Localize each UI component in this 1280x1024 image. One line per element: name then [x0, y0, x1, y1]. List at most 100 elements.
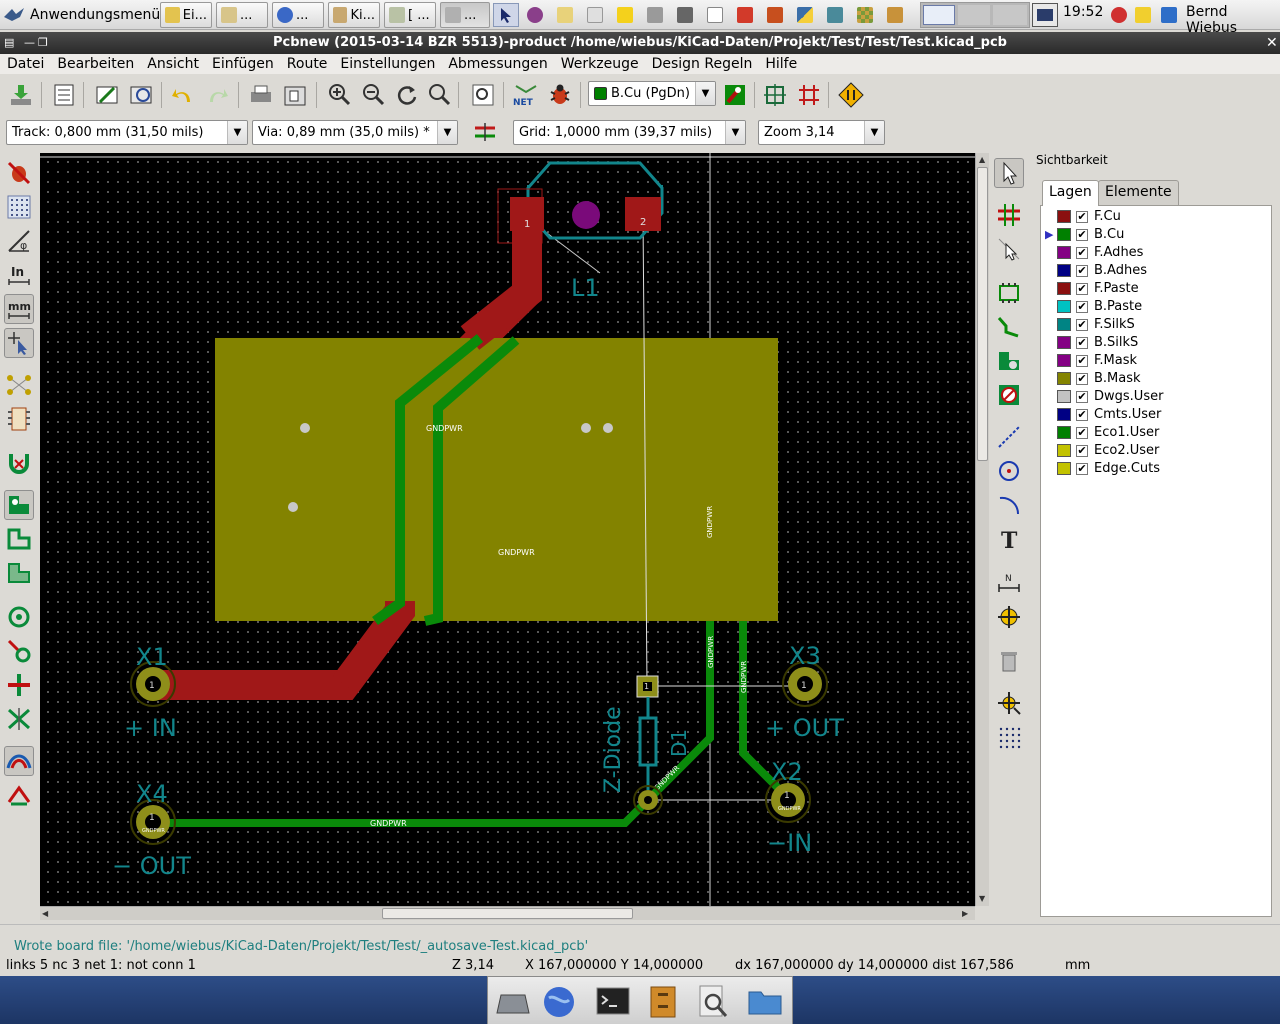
high-contrast-button[interactable] [4, 704, 34, 734]
redo-button[interactable] [202, 80, 232, 110]
launcher-10[interactable] [762, 3, 788, 27]
layer-visibility-checkbox[interactable]: ✔ [1076, 300, 1088, 313]
menu-datei[interactable]: Datei [0, 56, 50, 72]
grid-select[interactable]: Grid: 1,0000 mm (39,37 mils) ▼ [513, 120, 746, 145]
layer-visibility-checkbox[interactable]: ✔ [1076, 282, 1088, 295]
place-offset-button[interactable] [994, 688, 1024, 718]
layer-row[interactable]: ✔ B.Mask [1045, 370, 1141, 387]
add-circle-button[interactable] [994, 456, 1024, 486]
launcher-3[interactable] [552, 3, 578, 27]
layer-row[interactable]: ✔ Eco1.User [1045, 424, 1159, 441]
launcher-13[interactable] [852, 3, 878, 27]
microwave-toolbar-button[interactable] [4, 746, 34, 776]
layer-row[interactable]: ✔ Cmts.User [1045, 406, 1161, 423]
layer-visibility-checkbox[interactable]: ✔ [1076, 246, 1088, 259]
launcher-6[interactable] [642, 3, 668, 27]
layer-select[interactable]: B.Cu (PgDn) ▼ [588, 81, 716, 106]
layer-row[interactable]: ▶ ✔ B.Cu [1045, 226, 1124, 243]
task-button-5[interactable]: [ ... [384, 2, 436, 28]
launcher-12[interactable] [822, 3, 848, 27]
alarm-clock-button[interactable] [1106, 3, 1132, 27]
workspace-2[interactable] [958, 5, 990, 25]
pcb-canvas[interactable]: GNDPWR GNDPWR GNDPWR GNDPWR GNDPWR GNDPW… [40, 153, 975, 906]
window-titlebar[interactable]: ▤ — ❐ Pcbnew (2015-03-14 BZR 5513)-produ… [0, 32, 1280, 54]
layer-color-swatch[interactable] [1057, 282, 1071, 295]
launcher-11[interactable] [792, 3, 818, 27]
zoom-out-button[interactable] [358, 80, 388, 110]
horizontal-scroll-thumb[interactable] [382, 908, 633, 919]
layer-visibility-checkbox[interactable]: ✔ [1076, 264, 1088, 277]
show-ratsnest-button[interactable] [4, 370, 34, 400]
workspace-switcher[interactable] [920, 2, 1030, 28]
tab-elemente[interactable]: Elemente [1098, 180, 1179, 205]
layer-color-swatch[interactable] [1057, 336, 1071, 349]
select-tool-button[interactable] [994, 158, 1024, 188]
via-size-select[interactable]: Via: 0,89 mm (35,0 mils) * ▼ [252, 120, 458, 145]
layer-row[interactable]: ✔ B.Paste [1045, 298, 1142, 315]
print-button[interactable] [246, 80, 276, 110]
layer-color-swatch[interactable] [1057, 264, 1071, 277]
layer-visibility-checkbox[interactable]: ✔ [1076, 426, 1088, 439]
show-zones-button[interactable] [4, 490, 34, 520]
zoom-select[interactable]: Zoom 3,14 ▼ [758, 120, 885, 145]
scroll-right-icon[interactable]: ▶ [962, 909, 968, 918]
show-zones-disabled-button[interactable] [4, 524, 34, 554]
scroll-down-icon[interactable]: ▼ [979, 894, 985, 903]
canvas-vertical-scrollbar[interactable]: ▲ ▼ [975, 153, 989, 906]
undo-button[interactable] [168, 80, 198, 110]
via-sketch-button[interactable] [4, 636, 34, 666]
layer-row[interactable]: ✔ B.SilkS [1045, 334, 1138, 351]
layer-row[interactable]: ✔ F.SilkS [1045, 316, 1135, 333]
module-ratsnest-button[interactable] [4, 404, 34, 434]
layer-visibility-checkbox[interactable]: ✔ [1076, 462, 1088, 475]
vertical-scroll-thumb[interactable] [977, 167, 988, 461]
pads-sketch-button[interactable] [4, 602, 34, 632]
tab-lagen[interactable]: Lagen [1042, 180, 1099, 206]
add-module-button[interactable] [994, 278, 1024, 308]
launcher-8[interactable] [702, 3, 728, 27]
workspace-1[interactable] [923, 5, 955, 25]
menu-abmessungen[interactable]: Abmessungen [441, 56, 553, 72]
add-arc-button[interactable] [994, 490, 1024, 520]
layer-color-swatch[interactable] [1057, 372, 1071, 385]
dock-show-desktop[interactable] [494, 983, 532, 1021]
application-menu[interactable]: Anwendungsmenü [2, 3, 160, 27]
layer-color-swatch[interactable] [1057, 444, 1071, 457]
highlight-net-button[interactable] [994, 200, 1024, 230]
task-button-pcbnew[interactable]: ... [440, 2, 490, 28]
clock[interactable]: 19:52 [1063, 4, 1103, 20]
notes-tray-button[interactable] [1130, 3, 1156, 27]
scroll-left-icon[interactable]: ◀ [42, 909, 48, 918]
module-editor-button[interactable] [92, 80, 122, 110]
canvas-horizontal-scrollbar[interactable]: ◀ ▶ [40, 906, 975, 920]
add-track-button[interactable] [994, 312, 1024, 342]
launcher-9[interactable] [732, 3, 758, 27]
minimize-icon[interactable]: — [24, 32, 35, 54]
layer-color-swatch[interactable] [1057, 300, 1071, 313]
tracks-sketch-button[interactable] [4, 670, 34, 700]
layer-visibility-checkbox[interactable]: ✔ [1076, 336, 1088, 349]
drc-button[interactable] [545, 80, 575, 110]
track-width-select[interactable]: Track: 0,800 mm (31,50 mils) ▼ [6, 120, 248, 145]
menu-design-regeln[interactable]: Design Regeln [645, 56, 759, 72]
layer-color-swatch[interactable] [1057, 210, 1071, 223]
layer-manager-button[interactable] [4, 780, 34, 810]
save-board-button[interactable] [6, 80, 36, 110]
add-dimension-button[interactable]: N [994, 568, 1024, 598]
layer-color-swatch[interactable] [1057, 318, 1071, 331]
polar-coords-button[interactable]: φ [4, 226, 34, 256]
keyboard-layout-button[interactable] [1032, 3, 1058, 27]
layer-row[interactable]: ✔ B.Adhes [1045, 262, 1147, 279]
layer-row[interactable]: ✔ Dwgs.User [1045, 388, 1163, 405]
layer-color-swatch[interactable] [1057, 426, 1071, 439]
layer-row[interactable]: ✔ F.Mask [1045, 352, 1137, 369]
add-text-button[interactable]: T [994, 524, 1024, 554]
layer-visibility-checkbox[interactable]: ✔ [1076, 408, 1088, 421]
task-button-kicad[interactable]: Ki... [328, 2, 380, 28]
network-tray-button[interactable] [1156, 3, 1182, 27]
units-inch-button[interactable]: In [4, 260, 34, 290]
zoom-fit-button[interactable] [424, 80, 454, 110]
units-mm-button[interactable]: mm [4, 294, 34, 324]
drc-off-button[interactable] [4, 158, 34, 188]
layer-row[interactable]: ✔ Eco2.User [1045, 442, 1159, 459]
